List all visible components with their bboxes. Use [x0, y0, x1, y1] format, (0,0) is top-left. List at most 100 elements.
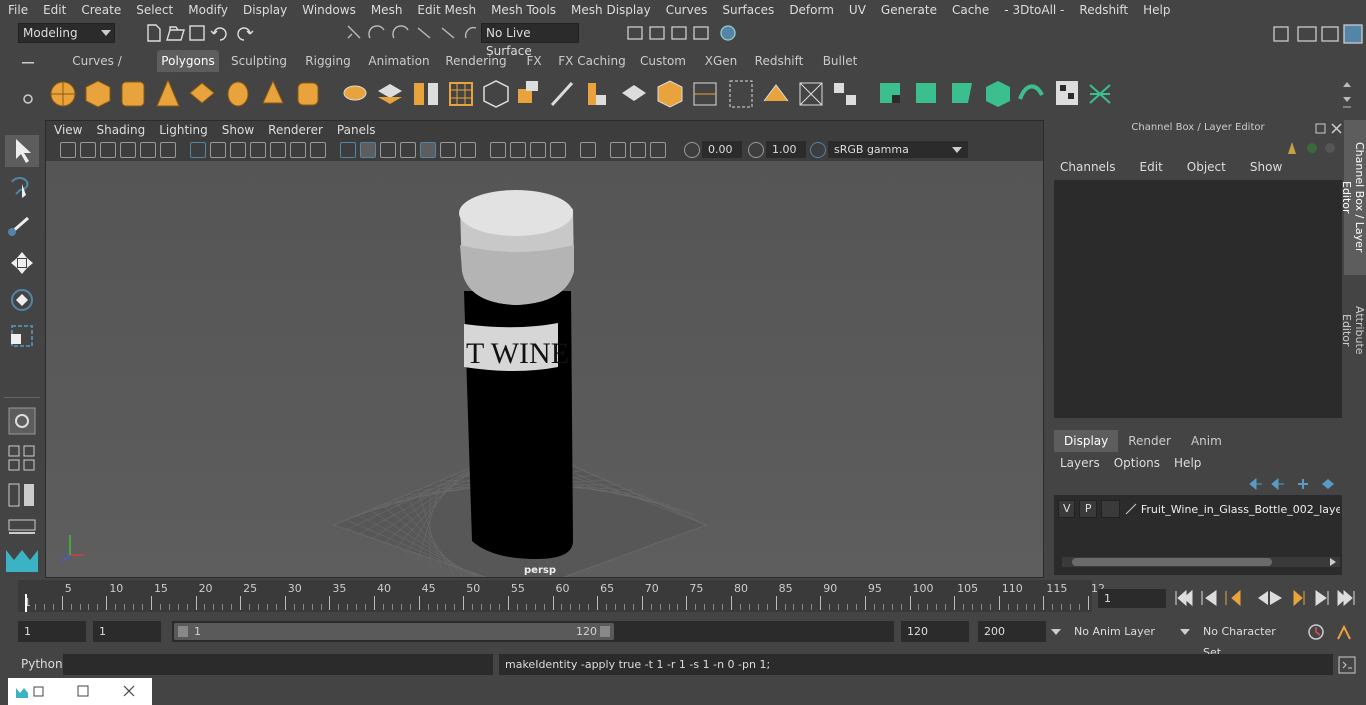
anim-layer-dropdown[interactable]: No Anim Layer	[1068, 621, 1176, 642]
move-layer-up-icon[interactable]	[1249, 477, 1262, 491]
animation-preferences-icon[interactable]	[1337, 624, 1351, 640]
menu-redshift[interactable]: Redshift	[1071, 3, 1135, 17]
camera-select-icon[interactable]	[60, 142, 76, 158]
menu-display[interactable]: Display	[235, 3, 294, 17]
move-layer-down-icon[interactable]	[1271, 477, 1284, 491]
cylindrical-mapping-icon[interactable]	[916, 83, 936, 103]
menu-create[interactable]: Create	[73, 3, 128, 17]
camera-attributes-icon[interactable]	[80, 142, 96, 158]
menu-windows[interactable]: Windows	[294, 3, 363, 17]
grease-pencil-icon[interactable]	[160, 142, 176, 158]
tab-attribute-editor[interactable]: Attribute Editor	[1340, 280, 1366, 380]
close-icon[interactable]	[1331, 123, 1342, 134]
poly-prism-icon[interactable]	[262, 79, 284, 104]
shelf-tab-curves-surfaces[interactable]: Curves / Surfaces	[47, 50, 147, 90]
shelf-tab-fx[interactable]: FX	[521, 50, 547, 72]
layer-name[interactable]: Fruit_Wine_in_Glass_Bottle_002_layer	[1141, 503, 1340, 516]
exposure-field[interactable]: 0.00	[702, 141, 742, 158]
character-set-dropdown[interactable]: No Character Set	[1197, 621, 1297, 659]
menu-3dtoall[interactable]: - 3DtoAll -	[996, 3, 1071, 17]
color-management-icon[interactable]	[810, 142, 826, 158]
cut-uv-icon[interactable]	[1018, 84, 1044, 100]
layer-menu-layers[interactable]: Layers	[1060, 456, 1100, 470]
viewport-menu-show[interactable]: Show	[222, 123, 262, 137]
graph-layout-icon[interactable]	[8, 519, 36, 534]
anti-aliasing-icon[interactable]	[530, 142, 546, 158]
extract-icon[interactable]	[414, 83, 438, 105]
manipulator-icon[interactable]	[1288, 142, 1296, 154]
menu-file[interactable]: File	[0, 3, 35, 17]
play-forwards-icon[interactable]	[1270, 591, 1282, 605]
ambient-occlusion-icon[interactable]	[490, 142, 506, 158]
menu-edit-mesh[interactable]: Edit Mesh	[409, 3, 483, 17]
image-plane-icon[interactable]	[120, 142, 136, 158]
scale-tool-icon[interactable]	[11, 325, 33, 347]
menu-edit[interactable]: Edit	[35, 3, 73, 17]
wireframe-on-shaded-icon[interactable]	[400, 142, 416, 158]
viewport-menu-lighting[interactable]: Lighting	[159, 123, 216, 137]
extrude-icon[interactable]	[518, 81, 538, 103]
gamma-field[interactable]: 1.00	[766, 141, 806, 158]
merge-icon[interactable]	[763, 84, 789, 102]
separate-icon[interactable]	[378, 84, 402, 104]
command-language-label[interactable]: Python	[21, 657, 63, 671]
poly-cone-icon[interactable]	[156, 78, 180, 107]
restore-icon[interactable]	[33, 686, 44, 697]
x-ray-icon[interactable]	[610, 142, 626, 158]
new-layer-from-selection-icon[interactable]	[1322, 479, 1334, 489]
wireframe-icon[interactable]	[340, 142, 356, 158]
layer-display-type-toggle[interactable]	[1100, 500, 1121, 518]
shelf-tab-rendering[interactable]: Rendering	[443, 50, 509, 72]
wine-bottle[interactable]: T WINE	[459, 190, 574, 559]
menu-help[interactable]: Help	[1135, 3, 1177, 17]
shelf-tab-custom[interactable]: Custom	[636, 50, 690, 72]
menu-surfaces[interactable]: Surfaces	[714, 3, 781, 17]
multi-cut-icon[interactable]	[550, 81, 574, 107]
step-forward-frame-icon[interactable]	[1315, 590, 1329, 606]
offset-edge-loop-icon[interactable]	[729, 80, 753, 108]
channel-box-menu-show[interactable]: Show	[1250, 160, 1282, 178]
append-polygon-icon[interactable]	[622, 85, 646, 101]
viewport-menu-panels[interactable]: Panels	[337, 123, 384, 137]
x-ray-active-icon[interactable]	[630, 142, 646, 158]
motion-blur-icon[interactable]	[510, 142, 526, 158]
use-default-material-icon[interactable]	[380, 142, 396, 158]
film-gate-icon[interactable]	[210, 142, 226, 158]
step-forward-key-icon[interactable]	[1293, 589, 1305, 607]
go-to-end-icon[interactable]	[1337, 589, 1355, 607]
menu-mesh-tools[interactable]: Mesh Tools	[483, 3, 563, 17]
float-panel-icon[interactable]	[1315, 123, 1326, 134]
layer-menu-help[interactable]: Help	[1174, 456, 1201, 470]
layer-scrollbar[interactable]	[1062, 557, 1340, 567]
target-weld-icon[interactable]	[799, 82, 823, 106]
combine-icon[interactable]	[343, 85, 367, 101]
time-slider[interactable]: 5 10 15 20 25 30 35 40 45 50 55 60 65 70 75 80 85 90 95 100…	[18, 580, 1105, 612]
poly-plane-icon[interactable]	[189, 82, 215, 104]
menu-cache[interactable]: Cache	[944, 3, 996, 17]
channel-box-menu-object[interactable]: Object	[1187, 160, 1226, 178]
layer-scrollbar-thumb[interactable]	[1072, 558, 1272, 566]
layer-tab-render[interactable]: Render	[1118, 430, 1181, 452]
range-start-handle[interactable]	[178, 626, 188, 637]
shelf-tab-bullet[interactable]: Bullet	[817, 50, 863, 72]
use-all-lights-icon[interactable]	[440, 142, 456, 158]
layer-tab-anim[interactable]: Anim	[1181, 430, 1232, 452]
layer-row[interactable]: V P Fruit_Wine_in_Glass_Bottle_002_layer	[1058, 499, 1340, 519]
fill-hole-icon[interactable]	[657, 80, 683, 108]
viewport-menu-view[interactable]: View	[54, 123, 90, 137]
close-icon[interactable]	[123, 685, 135, 697]
live-surface-field[interactable]: No Live Surface	[481, 23, 579, 58]
poly-pipe-icon[interactable]	[297, 82, 319, 106]
speed-icon[interactable]	[1325, 143, 1335, 153]
menu-modify[interactable]: Modify	[180, 3, 235, 17]
spherical-mapping-icon[interactable]	[952, 83, 972, 103]
script-editor-icon[interactable]	[1338, 656, 1356, 674]
automatic-mapping-icon[interactable]	[986, 81, 1010, 107]
mode-selector[interactable]: Modeling	[18, 23, 115, 43]
single-pane-layout-icon[interactable]	[8, 445, 35, 471]
2d-pan-zoom-icon[interactable]	[140, 142, 156, 158]
shelf-tab-xgen[interactable]: XGen	[699, 50, 743, 72]
shadows-icon[interactable]	[460, 142, 476, 158]
viewport-canvas[interactable]: T WINE persp	[46, 161, 1043, 577]
menu-uv[interactable]: UV	[841, 3, 873, 17]
